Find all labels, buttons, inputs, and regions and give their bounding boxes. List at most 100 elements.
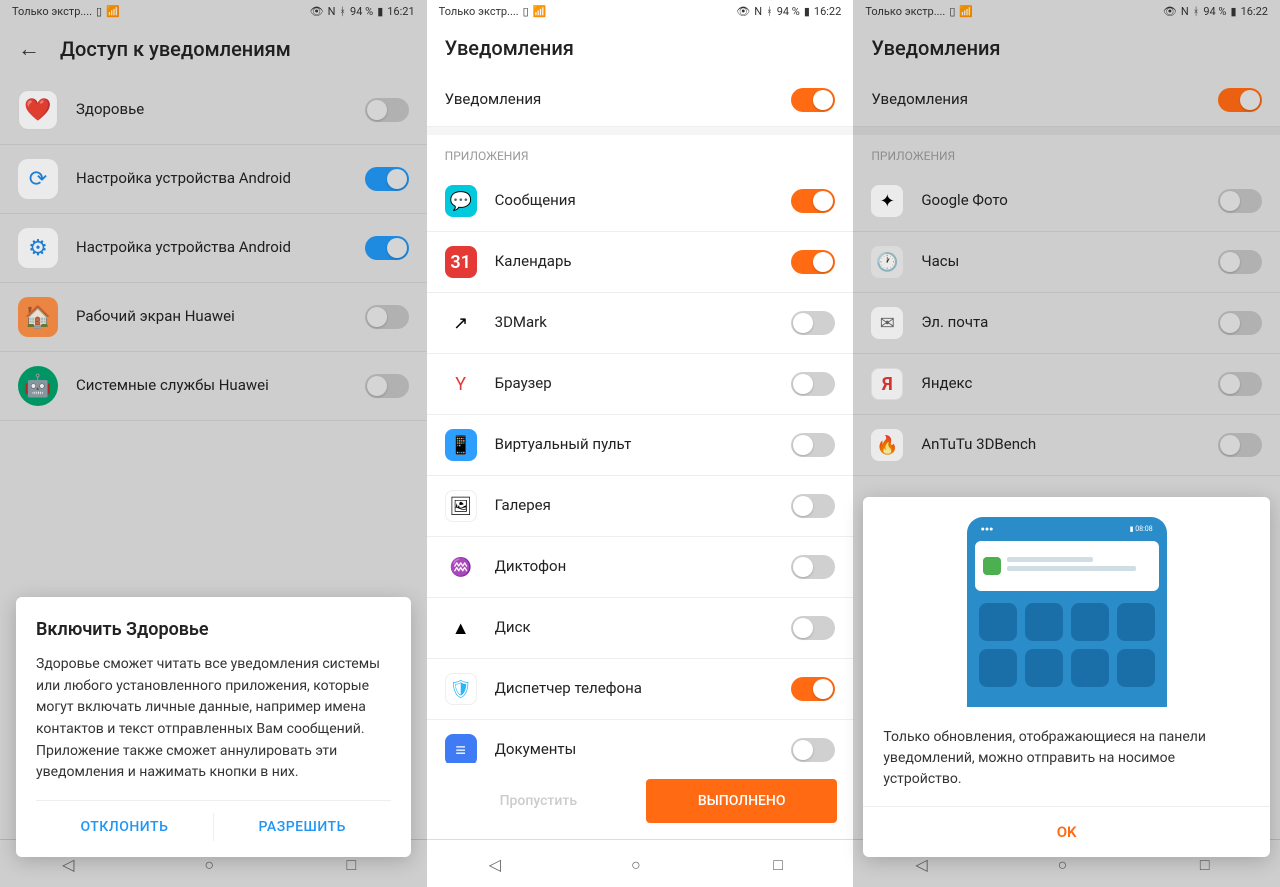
app-row-calendar[interactable]: 31 Календарь [427, 232, 854, 293]
nav-bar: ◁ ○ □ [427, 839, 854, 887]
permission-dialog: Включить Здоровье Здоровье сможет читать… [16, 597, 411, 857]
app-toggle[interactable] [1218, 372, 1262, 396]
app-toggle[interactable] [1218, 311, 1262, 335]
app-toggle[interactable] [1218, 250, 1262, 274]
nav-recent-icon[interactable]: □ [773, 855, 791, 873]
app-row-mail[interactable]: ✉ Эл. почта [853, 293, 1280, 354]
master-toggle[interactable] [791, 88, 835, 112]
ok-button[interactable]: OK [863, 806, 1270, 857]
app-row-drive[interactable]: ▲Диск [427, 598, 854, 659]
app-toggle[interactable] [791, 311, 835, 335]
androidgear-icon: ⚙ [18, 228, 58, 268]
app-toggle[interactable] [365, 305, 409, 329]
app-toggle[interactable] [791, 738, 835, 762]
app-row-androidset[interactable]: ⟳Настройка устройства Android [0, 145, 427, 214]
app-toggle[interactable] [365, 167, 409, 191]
app-toggle[interactable] [365, 236, 409, 260]
nav-home-icon[interactable]: ○ [204, 855, 222, 873]
master-toggle[interactable] [1218, 88, 1262, 112]
nav-back-icon[interactable]: ◁ [62, 855, 80, 873]
app-list[interactable]: 💬Сообщения 31 Календарь ↗3DMark Y Браузер 📱Вир… [427, 171, 854, 763]
browser-icon: Y [445, 368, 477, 400]
app-toggle[interactable] [791, 494, 835, 518]
deny-button[interactable]: ОТКЛОНИТЬ [36, 813, 214, 841]
health-icon: ❤️ [18, 90, 58, 130]
master-toggle-row[interactable]: Уведомления [427, 74, 854, 127]
app-toggle[interactable] [791, 433, 835, 457]
nav-back-icon[interactable]: ◁ [489, 855, 507, 873]
app-label: Эл. почта [921, 313, 1200, 333]
antutu-icon: 🔥 [871, 429, 903, 461]
app-label: Здоровье [76, 100, 347, 120]
app-row-yandex[interactable]: ЯЯндекс [853, 354, 1280, 415]
messages-icon: 💬 [445, 185, 477, 217]
battery-icon: ▮ [377, 5, 383, 18]
app-toggle[interactable] [365, 98, 409, 122]
app-label: Календарь [495, 252, 774, 272]
screen-notifications-list-b: Только экстр.... ▯ 📶 👁 N ᚼ 94 % ▮ 16:22 … [427, 0, 854, 887]
app-row-voice[interactable]: ♒Диктофон [427, 537, 854, 598]
mock-app-icon [983, 557, 1001, 575]
app-row-huaweihome[interactable]: 🏠 Рабочий экран Huawei [0, 283, 427, 352]
nav-recent-icon[interactable]: □ [347, 855, 365, 873]
back-icon[interactable]: ← [18, 36, 40, 62]
calendar-icon: 31 [445, 246, 477, 278]
clock-text: 16:22 [1241, 5, 1268, 18]
app-toggle[interactable] [791, 677, 835, 701]
app-row-phone-mgr[interactable]: 🛡Диспетчер телефона [427, 659, 854, 720]
app-toggle[interactable] [791, 555, 835, 579]
app-toggle[interactable] [791, 189, 835, 213]
huaweihome-icon: 🏠 [18, 297, 58, 337]
app-label: Диск [495, 618, 774, 638]
nav-recent-icon[interactable]: □ [1200, 855, 1218, 873]
app-label: Документы [495, 740, 774, 760]
app-toggle[interactable] [791, 250, 835, 274]
app-toggle[interactable] [365, 374, 409, 398]
nav-home-icon[interactable]: ○ [631, 855, 649, 873]
app-label: Настройка устройства Android [76, 169, 347, 189]
app-row-antutu[interactable]: 🔥AnTuTu 3DBench [853, 415, 1280, 476]
app-toggle[interactable] [791, 372, 835, 396]
bottom-actions: Пропустить ВЫПОЛНЕНО [427, 763, 854, 839]
nfc-icon: N [754, 5, 762, 18]
skip-button[interactable]: Пропустить [443, 779, 634, 823]
header: Уведомления [853, 22, 1280, 74]
app-row-remote[interactable]: 📱Виртуальный пульт [427, 415, 854, 476]
header: Уведомления [427, 22, 854, 74]
done-button[interactable]: ВЫПОЛНЕНО [646, 779, 837, 823]
wifi-icon: 📶 [533, 5, 547, 18]
app-row-docs[interactable]: ≡Документы [427, 720, 854, 763]
status-bar: Только экстр.... ▯ 📶 👁 N ᚼ 94 % ▮ 16:22 [427, 0, 854, 22]
master-toggle-label: Уведомления [445, 90, 774, 110]
app-row-messages[interactable]: 💬Сообщения [427, 171, 854, 232]
app-toggle[interactable] [1218, 189, 1262, 213]
app-row-androidgear[interactable]: ⚙Настройка устройства Android [0, 214, 427, 283]
app-label: Диктофон [495, 557, 774, 577]
androidsys-icon: 🤖 [18, 366, 58, 406]
bluetooth-icon: ᚼ [1193, 5, 1200, 18]
info-dialog: ●●●▮ 08:08 Только обновления, отображающ… [863, 497, 1270, 857]
eye-icon: 👁 [736, 5, 750, 18]
allow-button[interactable]: РАЗРЕШИТЬ [214, 813, 391, 841]
yandex-icon: Я [871, 368, 903, 400]
app-row-3dmark[interactable]: ↗3DMark [427, 293, 854, 354]
app-row-androidsys[interactable]: 🤖Системные службы Huawei [0, 352, 427, 421]
separator [427, 127, 854, 135]
app-label: Галерея [495, 496, 774, 516]
app-toggle[interactable] [1218, 433, 1262, 457]
nav-back-icon[interactable]: ◁ [915, 855, 933, 873]
app-row-health[interactable]: ❤️ Здоровье [0, 76, 427, 145]
app-row-gphotos[interactable]: ✦Google Фото [853, 171, 1280, 232]
master-toggle-row[interactable]: Уведомления [853, 74, 1280, 127]
nav-home-icon[interactable]: ○ [1058, 855, 1076, 873]
mail-icon: ✉ [871, 307, 903, 339]
app-label: 3DMark [495, 313, 774, 333]
app-toggle[interactable] [791, 616, 835, 640]
app-label: Рабочий экран Huawei [76, 307, 347, 327]
app-row-clock[interactable]: 🕐Часы [853, 232, 1280, 293]
app-row-browser[interactable]: Y Браузер [427, 354, 854, 415]
app-label: Виртуальный пульт [495, 435, 774, 455]
app-label: Браузер [495, 374, 774, 394]
app-row-gallery[interactable]: 🖼Галерея [427, 476, 854, 537]
app-label: Часы [921, 252, 1200, 272]
